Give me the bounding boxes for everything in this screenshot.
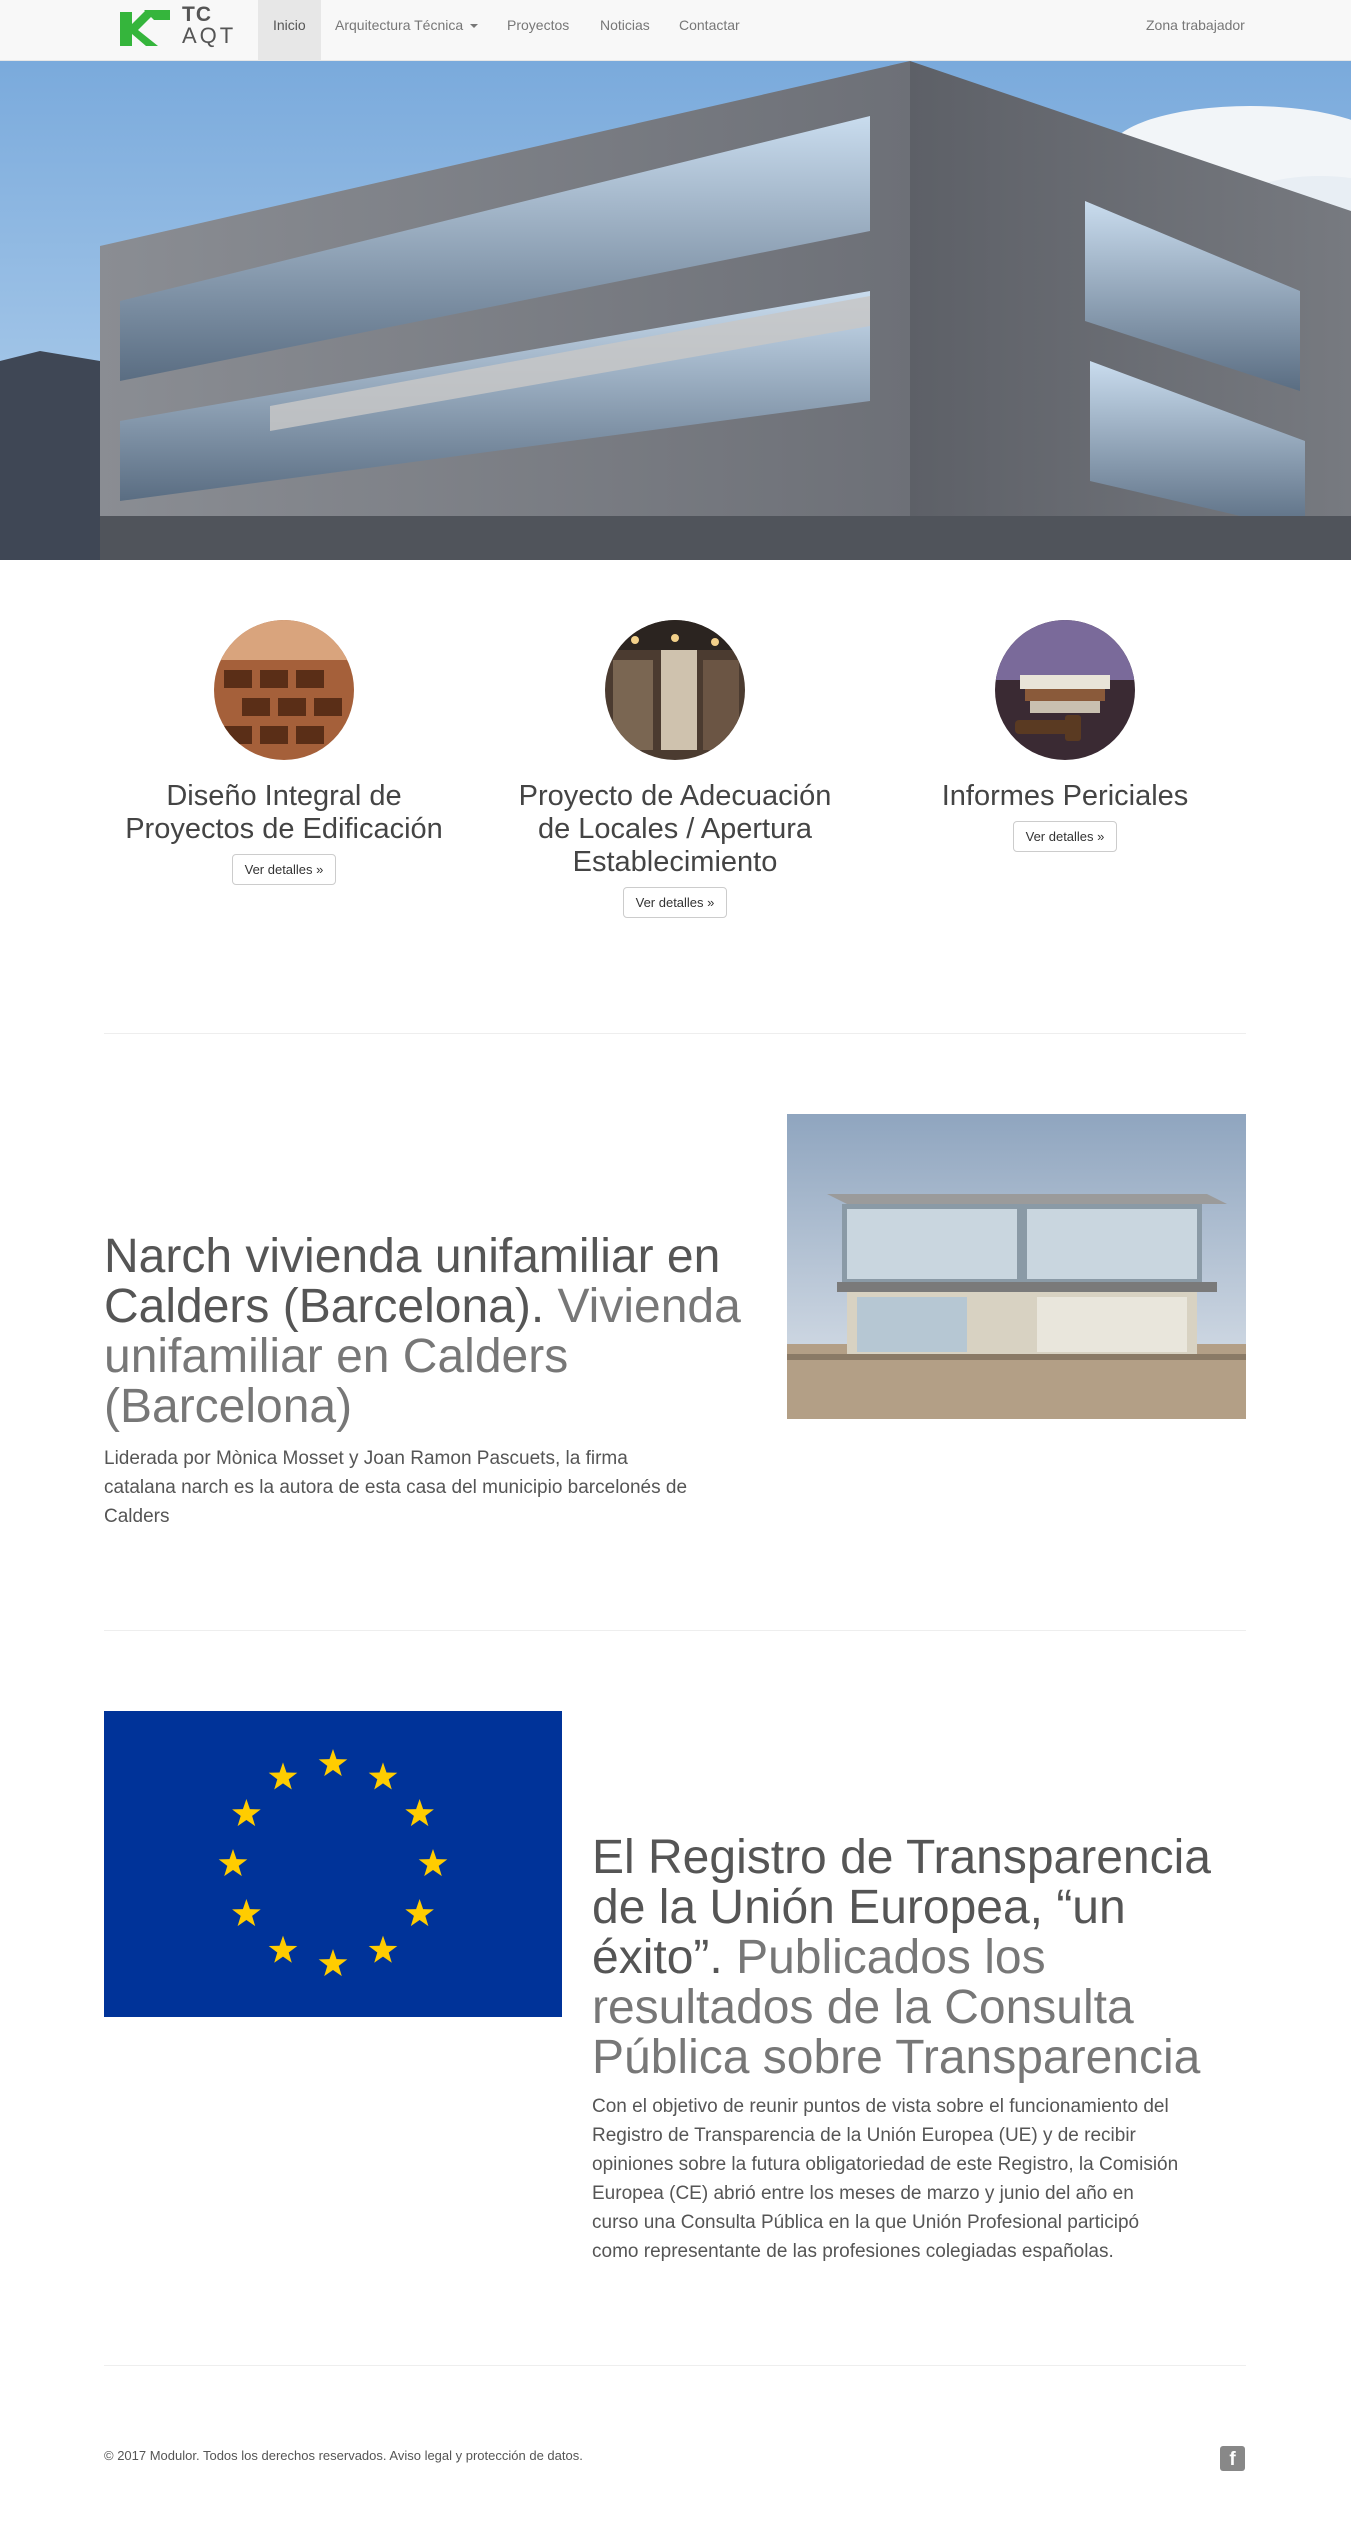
article-eu-heading-line-2: de la Unión Europea, “un (592, 1881, 1126, 1934)
article-eu-body-line-6: como representante de las profesiones co… (592, 2241, 1114, 2262)
article-eu-body-line-1: Con el objetivo de reunir puntos de vist… (592, 2096, 1169, 2117)
feature-diseno-title-line-1: Diseño Integral de (166, 780, 402, 812)
feature-adecuacion-title-line-1: Proyecto de Adecuación (518, 780, 832, 812)
feature-informes-details-button[interactable]: Ver detalles » (1012, 821, 1118, 852)
eu-star-icon (318, 1949, 348, 1977)
article-eu-subheading-line-1: Publicados los (736, 1931, 1046, 1984)
feature-adecuacion-title-line-2: de Locales / Apertura (537, 813, 813, 845)
article-eu-heading-line-3: éxito”. (592, 1931, 723, 1984)
navbar: TC AQT Inicio Arquitectura Técnica Proye… (0, 0, 1351, 61)
nav-contactar[interactable]: Contactar (664, 0, 755, 60)
article-eu-heading-line-1: El Registro de Transparencia (592, 1831, 1211, 1884)
article-narch-body-line-1: Liderada por Mònica Mosset y Joan Ramon … (104, 1448, 628, 1469)
feature-informes-title-line-1: Informes Periciales (941, 780, 1189, 812)
eu-star-icon (368, 1935, 398, 1963)
article-narch-body-line-3: Calders (104, 1506, 170, 1527)
nav-arquitectura-tecnica[interactable]: Arquitectura Técnica (320, 0, 493, 60)
feature-adecuacion: Proyecto de Adecuación de Locales / Aper… (495, 620, 855, 918)
article-eu-body-line-2: Registro de Transparencia de la Unión Eu… (592, 2125, 1136, 2146)
article-eu-body-line-5: curso una Consulta Pública en la que Uni… (592, 2212, 1140, 2233)
feature-adecuacion-title-line-3: Establecimiento (572, 846, 778, 878)
article-eu-body-line-4: Europea (CE) abrió entre los meses de ma… (592, 2183, 1134, 2204)
bricks-image (214, 620, 354, 760)
eu-star-icon (232, 1899, 261, 1927)
article-eu-body-line-3: opiniones sobre la futura obligatoriedad… (592, 2154, 1179, 2175)
feature-diseno: Diseño Integral de Proyectos de Edificac… (104, 620, 464, 885)
article-eu-heading: El Registro de Transparencia de la Unión… (592, 1833, 1246, 2083)
divider (104, 1630, 1246, 1631)
divider (104, 2365, 1246, 2366)
gavel-books-image (995, 620, 1135, 760)
logo-text-aqt: AQT (182, 23, 237, 48)
article-eu-body: Con el objetivo de reunir puntos de vist… (592, 2092, 1246, 2266)
article-narch-subheading-line-1: Vivienda (557, 1280, 741, 1333)
eu-star-icon (368, 1762, 398, 1790)
footer-copyright: © 2017 Modulor. Todos los derechos reser… (104, 2448, 583, 2463)
feature-informes-title: Informes Periciales (885, 780, 1245, 813)
feature-adecuacion-details-button[interactable]: Ver detalles » (622, 887, 728, 918)
hero-building-image (0, 61, 1351, 560)
logo[interactable]: TC AQT (118, 4, 242, 50)
article-narch-heading-line-1: Narch vivienda unifamiliar en (104, 1230, 721, 1283)
feature-adecuacion-title: Proyecto de Adecuación de Locales / Aper… (495, 780, 855, 879)
article-narch-heading-line-2: Calders (Barcelona). (104, 1280, 545, 1333)
eu-star-icon (268, 1762, 298, 1790)
eu-star-icon (418, 1849, 448, 1877)
nav-zona-trabajador[interactable]: Zona trabajador (1131, 0, 1260, 60)
article-eu-subheading-line-2: resultados de la Consulta (592, 1981, 1134, 2034)
article-narch-body-line-2: catalana narch es la autora de esta casa… (104, 1477, 688, 1498)
feature-diseno-title: Diseño Integral de Proyectos de Edificac… (104, 780, 464, 846)
eu-star-icon (268, 1935, 298, 1963)
nav-inicio[interactable]: Inicio (258, 0, 321, 60)
divider (104, 1033, 1246, 1034)
article-narch-subheading-line-2: unifamiliar en Calders (104, 1330, 569, 1383)
eu-star-icon (405, 1799, 434, 1827)
feature-informes: Informes Periciales Ver detalles » (885, 620, 1245, 852)
logo-mark-icon (120, 10, 170, 46)
feature-diseno-details-button[interactable]: Ver detalles » (231, 854, 337, 885)
feature-diseno-title-line-2: Proyectos de Edificación (125, 813, 443, 845)
nav-arquitectura-tecnica-label: Arquitectura Técnica (335, 17, 464, 33)
article-eu-subheading-line-3: Pública sobre Transparencia (592, 2031, 1201, 2084)
nav-proyectos[interactable]: Proyectos (492, 0, 584, 60)
article-narch-heading: Narch vivienda unifamiliar en Calders (B… (104, 1232, 784, 1432)
nav-noticias[interactable]: Noticias (585, 0, 665, 60)
eu-star-icon (232, 1799, 261, 1827)
eu-flag-image (104, 1711, 562, 2017)
shop-interior-image (605, 620, 745, 760)
article-narch-subheading-line-3: (Barcelona) (104, 1380, 353, 1433)
house-image (787, 1114, 1246, 1419)
eu-star-icon (218, 1849, 248, 1877)
article-narch-body: Liderada por Mònica Mosset y Joan Ramon … (104, 1444, 784, 1531)
eu-star-icon (318, 1749, 348, 1777)
facebook-icon[interactable]: f (1220, 2446, 1245, 2471)
eu-star-icon (405, 1899, 434, 1927)
caret-down-icon (470, 24, 479, 29)
